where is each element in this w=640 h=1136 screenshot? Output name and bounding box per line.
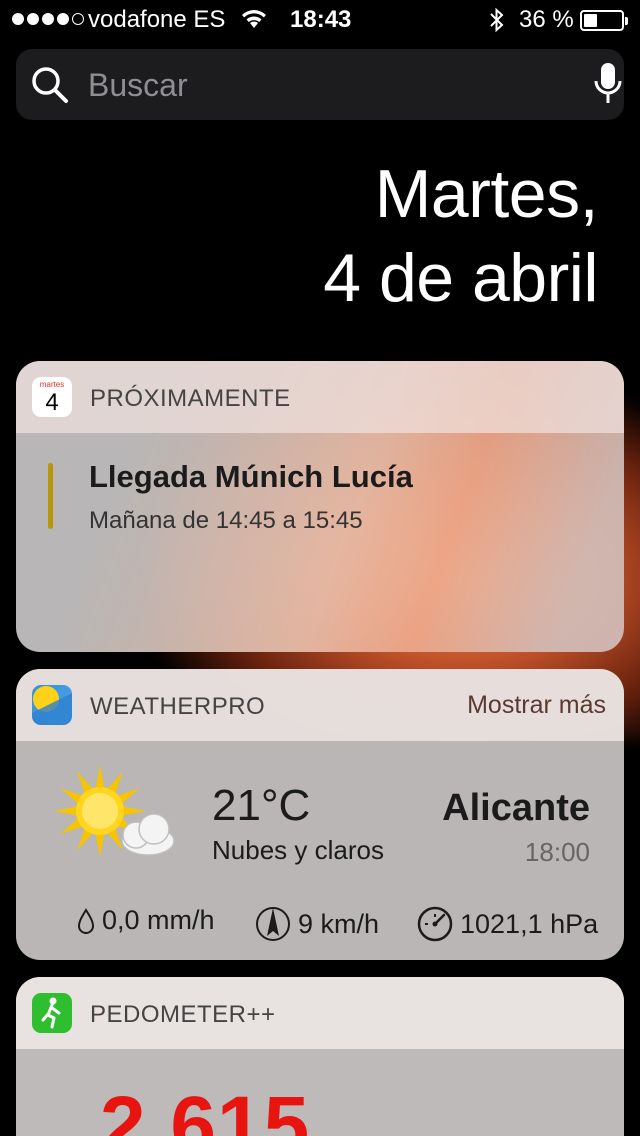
status-bar: vodafone ES 18:43 36 %: [0, 0, 640, 40]
calendar-widget-title: PRÓXIMAMENTE: [90, 385, 291, 412]
date-day-month: 4 de abril: [323, 240, 598, 316]
clock-time: 18:43: [290, 6, 352, 33]
search-bar[interactable]: [16, 49, 624, 120]
precipitation-value: 0,0 mm/h: [102, 905, 215, 935]
location-city: Alicante: [442, 787, 590, 829]
pedometer-widget[interactable]: PEDOMETER++ 2.615: [16, 977, 624, 1136]
pressure-value: 1021,1 hPa: [460, 908, 599, 939]
wind-compass-icon: [256, 907, 290, 941]
search-icon: [30, 65, 70, 110]
raindrop-icon: [77, 907, 95, 934]
temperature: 21°C: [212, 781, 311, 830]
weatherpro-app-icon: [32, 685, 72, 725]
wind-value: 9 km/h: [298, 908, 380, 939]
bluetooth-icon: [488, 7, 506, 40]
wind-stat: 9 km/h: [254, 905, 379, 943]
weather-widget-header: WEATHERPRO Mostrar más: [16, 669, 624, 741]
pressure-stat: 1021,1 hPa: [416, 905, 598, 943]
pedometer-widget-header: PEDOMETER++: [16, 977, 624, 1049]
weather-widget[interactable]: WEATHERPRO Mostrar más 21°C Nubes y clar…: [16, 669, 624, 960]
pedometer-widget-title: PEDOMETER++: [90, 1001, 276, 1028]
forecast-time: 18:00: [524, 837, 590, 867]
signal-strength-icon: [12, 13, 84, 25]
calendar-widget[interactable]: martes 4 PRÓXIMAMENTE Llegada Múnich Luc…: [16, 361, 624, 652]
wifi-icon: [240, 8, 268, 37]
calendar-app-icon: martes 4: [32, 377, 72, 417]
battery-percentage: 36 %: [519, 6, 574, 33]
weather-widget-title: WEATHERPRO: [90, 693, 266, 720]
event-title[interactable]: Llegada Múnich Lucía: [89, 459, 413, 495]
weather-condition: Nubes y claros: [212, 835, 384, 865]
microphone-icon[interactable]: [594, 61, 622, 112]
step-count: 2.615: [100, 1080, 311, 1136]
barometer-icon: [417, 906, 453, 942]
event-time: Mañana de 14:45 a 15:45: [89, 507, 363, 534]
event-color-bar: [48, 463, 53, 529]
battery-icon: [580, 10, 628, 31]
precipitation-stat: 0,0 mm/h: [76, 905, 215, 936]
search-input[interactable]: [88, 65, 548, 105]
date-weekday: Martes,: [374, 156, 599, 232]
partly-cloudy-icon: [50, 765, 180, 870]
calendar-icon-day: 4: [45, 389, 59, 416]
show-more-button[interactable]: Mostrar más: [467, 691, 606, 720]
pedometer-app-icon: [32, 993, 72, 1033]
calendar-widget-header: martes 4 PRÓXIMAMENTE: [16, 361, 624, 433]
date-display: Martes, 4 de abril: [323, 152, 598, 320]
carrier-name: vodafone ES: [88, 6, 226, 33]
